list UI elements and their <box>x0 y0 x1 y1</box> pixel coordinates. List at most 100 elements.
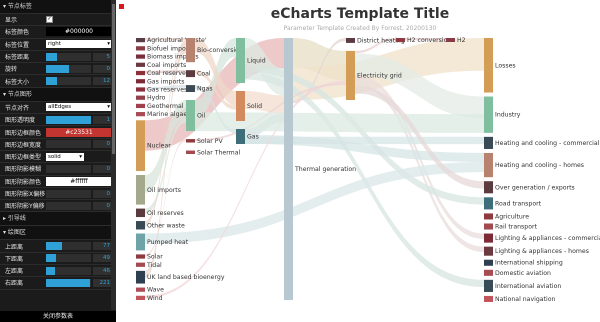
node-align-value: allEdges <box>48 104 72 111</box>
border-width-input[interactable]: 0 <box>93 140 112 149</box>
sankey-node[interactable] <box>136 54 145 59</box>
sankey-node[interactable] <box>136 46 145 51</box>
sankey-node[interactable] <box>484 246 493 256</box>
left-label: 左距离 <box>5 268 24 276</box>
sankey-node[interactable] <box>136 208 145 218</box>
sankey-node[interactable] <box>186 150 195 154</box>
shadow-color-swatch[interactable]: #ffffff <box>46 176 112 186</box>
shadow-blur-input[interactable]: 0 <box>93 164 112 173</box>
folder-chart-area[interactable]: ▾ 绘图区 <box>0 226 116 241</box>
sankey-node[interactable] <box>484 259 493 266</box>
row-right: 右距离 221 <box>0 277 116 290</box>
sankey-node[interactable] <box>484 136 493 149</box>
shadow-offset-x-slider[interactable] <box>46 189 91 198</box>
sankey-node[interactable] <box>136 103 145 109</box>
show-label: 显示 <box>5 17 18 25</box>
right-input[interactable]: 221 <box>93 278 112 287</box>
label-size-input[interactable]: 12 <box>93 77 112 86</box>
sankey-node[interactable] <box>136 295 145 300</box>
left-input[interactable]: 46 <box>93 266 112 275</box>
sankey-node[interactable] <box>136 221 145 230</box>
sankey-node[interactable] <box>136 254 145 259</box>
sankey-node[interactable] <box>484 295 493 302</box>
sankey-node[interactable] <box>484 38 493 93</box>
sankey-node[interactable] <box>186 139 195 143</box>
node-align-select[interactable]: allEdges ▾ <box>46 103 112 112</box>
rotate-input[interactable]: 0 <box>93 64 112 73</box>
sankey-node[interactable] <box>484 279 493 292</box>
sankey-node[interactable] <box>136 79 145 84</box>
sankey-node[interactable] <box>186 38 195 63</box>
sankey-node[interactable] <box>236 91 245 121</box>
bottom-slider[interactable] <box>46 254 91 263</box>
sankey-node[interactable] <box>136 62 145 67</box>
sankey-node[interactable] <box>136 87 145 92</box>
panel-scrollbar[interactable] <box>111 0 116 310</box>
sankey-node-label: Coal imports <box>147 62 186 69</box>
label-position-select[interactable]: right ▾ <box>46 40 112 49</box>
sankey-node[interactable] <box>186 70 195 78</box>
border-type-select[interactable]: solid ▾ <box>46 152 84 161</box>
folder-guide-lines[interactable]: ▸ 引导线 <box>0 212 116 227</box>
shadow-blur-slider[interactable] <box>46 164 91 173</box>
bottom-input[interactable]: 49 <box>93 254 112 263</box>
folder-node-style[interactable]: ▾ 节点图形 <box>0 87 116 102</box>
label-distance-input[interactable]: 5 <box>93 52 112 61</box>
sankey-node[interactable] <box>446 38 455 42</box>
sankey-node[interactable] <box>396 38 405 42</box>
border-color-swatch[interactable]: #c23531 <box>46 127 112 137</box>
sankey-node[interactable] <box>136 262 145 267</box>
label-color-swatch[interactable]: #000000 <box>46 27 112 37</box>
top-slider[interactable] <box>46 242 91 251</box>
folder-node-label[interactable]: ▾ 节点标签 <box>0 0 116 14</box>
sankey-node[interactable] <box>136 38 145 43</box>
sankey-node[interactable] <box>484 152 493 178</box>
sankey-node[interactable] <box>484 96 493 133</box>
rotate-slider[interactable] <box>46 64 91 73</box>
sankey-node[interactable] <box>484 197 493 210</box>
sankey-node[interactable] <box>484 181 493 194</box>
sankey-node[interactable] <box>136 287 145 292</box>
sankey-node[interactable] <box>136 233 145 251</box>
top-input[interactable]: 77 <box>93 242 112 251</box>
sankey-link[interactable] <box>245 136 484 145</box>
sankey-node[interactable] <box>346 38 355 43</box>
sankey-node[interactable] <box>284 38 293 300</box>
left-slider[interactable] <box>46 266 91 275</box>
sankey-node[interactable] <box>484 213 493 220</box>
sankey-node[interactable] <box>484 233 493 243</box>
node-opacity-input[interactable]: 1 <box>93 115 112 124</box>
sankey-node[interactable] <box>346 50 355 100</box>
sankey-node[interactable] <box>136 70 145 76</box>
sankey-link[interactable] <box>145 161 484 244</box>
sankey-node[interactable] <box>236 38 245 83</box>
sankey-node[interactable] <box>136 175 145 205</box>
node-opacity-slider[interactable] <box>46 115 91 124</box>
sankey-node[interactable] <box>136 112 145 117</box>
shadow-offset-y-slider[interactable] <box>46 201 91 210</box>
sankey-node[interactable] <box>236 129 245 144</box>
row-label-color: 标签颜色 #000000 <box>0 26 116 39</box>
sankey-node[interactable] <box>136 270 145 284</box>
show-checkbox[interactable]: ✓ <box>46 16 53 24</box>
chevron-down-icon: ▾ <box>79 153 82 160</box>
scrollbar-thumb[interactable] <box>112 4 115 154</box>
sankey-node-label: Coal <box>197 71 211 78</box>
sankey-node-label: H2 <box>457 37 466 44</box>
sankey-node[interactable] <box>484 223 493 230</box>
sankey-node[interactable] <box>484 269 493 276</box>
shadow-offset-y-input[interactable]: 0 <box>93 201 112 210</box>
sankey-node[interactable] <box>136 120 145 171</box>
row-shadow-offset-y: 图形阴影Y偏移 0 <box>0 200 116 213</box>
row-show: 显示 ✓ <box>0 14 116 27</box>
border-width-slider[interactable] <box>46 140 91 149</box>
sankey-node[interactable] <box>136 95 145 100</box>
right-slider[interactable] <box>46 278 91 287</box>
sankey-node[interactable] <box>186 100 195 132</box>
label-size-slider[interactable] <box>46 77 91 86</box>
close-controls-button[interactable]: 关闭参数表 <box>0 311 116 322</box>
slider-fill <box>46 77 58 86</box>
shadow-offset-x-input[interactable]: 0 <box>93 189 112 198</box>
label-distance-slider[interactable] <box>46 52 91 61</box>
sankey-node[interactable] <box>186 85 195 92</box>
